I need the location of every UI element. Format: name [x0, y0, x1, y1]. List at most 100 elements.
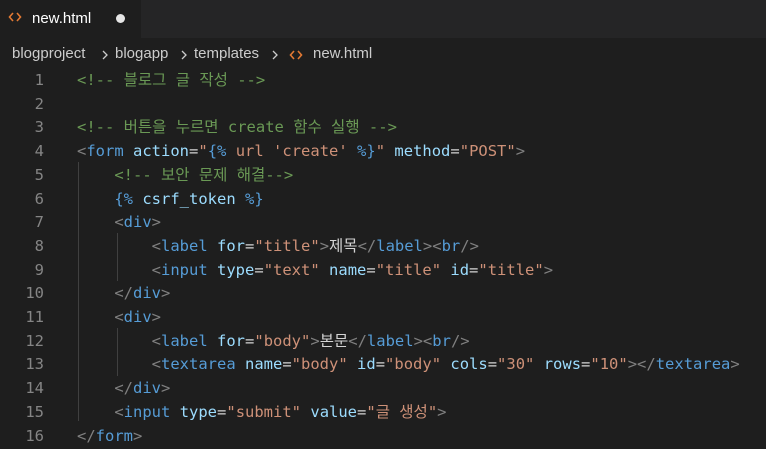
code-token: textarea — [161, 355, 236, 374]
code-line[interactable]: 8 <label for="title">제목</label><br/> — [0, 234, 766, 258]
code-token: </ — [114, 379, 133, 398]
line-number: 8 — [34, 236, 44, 255]
code-line[interactable]: 5 <!-- 보안 문제 해결--> — [0, 163, 766, 187]
code-line[interactable]: 6 {% csrf_token %} — [0, 187, 766, 211]
tab-new-html[interactable]: new.html — [0, 0, 141, 38]
code-line[interactable]: 3 <!-- 버튼을 누르면 create 함수 실행 --> — [0, 115, 766, 139]
code-token: "body" — [254, 331, 311, 350]
code-text: <!-- 블로그 글 작성 --> — [77, 69, 265, 91]
code-token: div — [123, 308, 152, 326]
code-text: <div> — [77, 211, 161, 233]
code-token: </ — [77, 426, 96, 445]
code-token: form — [86, 142, 124, 161]
code-token: type — [217, 260, 255, 279]
code-token: = — [217, 402, 227, 421]
code-text: <label for="body">본문</label><br/> — [77, 330, 470, 352]
code-text: </div> — [77, 282, 170, 304]
code-text: </div> — [77, 377, 170, 399]
code-token: id — [357, 355, 376, 374]
line-number: 13 — [25, 355, 44, 374]
code-token: = — [245, 236, 255, 255]
code-token: = — [245, 331, 255, 350]
code-token: = — [357, 402, 367, 421]
code-text: <label for="title">제목</label><br/> — [77, 235, 479, 257]
code-token: > — [151, 308, 162, 326]
code-token: url 'create' — [226, 142, 358, 161]
code-line[interactable]: 1 <!-- 블로그 글 작성 --> — [0, 68, 766, 92]
code-line[interactable]: 9 <input type="text" name="title" id="ti… — [0, 258, 766, 282]
code-token: > — [151, 213, 162, 232]
code-token: "title" — [375, 260, 442, 279]
tab-label: new.html — [32, 10, 92, 27]
code-line[interactable]: 14 </div> — [0, 376, 766, 400]
code-line[interactable]: 7 <div> — [0, 210, 766, 234]
code-token: "POST" — [459, 142, 516, 161]
code-token: rows — [543, 355, 582, 374]
code-token: < — [114, 213, 124, 232]
code-token: <!-- 보안 문제 해결--> — [114, 165, 294, 184]
code-text: <div> — [77, 306, 161, 328]
code-line[interactable]: 16 </form> — [0, 424, 766, 448]
line-number: 7 — [34, 213, 44, 232]
code-token: < — [114, 402, 124, 421]
code-text: <!-- 보안 문제 해결--> — [77, 164, 293, 186]
code-line[interactable]: 2 — [0, 92, 766, 116]
code-token: > — [310, 331, 320, 350]
breadcrumb-item-file[interactable]: new.html — [313, 45, 372, 63]
code-token: < — [151, 331, 161, 350]
code-line[interactable]: 11 <div> — [0, 305, 766, 329]
code-line[interactable]: 15 <input type="submit" value="글 생성"> — [0, 400, 766, 424]
code-token: "body" — [385, 355, 442, 374]
code-token: > — [413, 331, 423, 350]
code-token: "submit" — [226, 402, 302, 421]
code-token: {% — [114, 189, 133, 208]
code-text: {% csrf_token %} — [77, 188, 263, 210]
html-file-icon — [289, 50, 303, 60]
line-number: 11 — [25, 308, 44, 326]
breadcrumb-item-templates[interactable]: templates — [194, 45, 259, 63]
code-token: form — [95, 426, 133, 445]
breadcrumb-item-blogapp[interactable]: blogapp — [115, 45, 168, 63]
code-line[interactable]: 13 <textarea name="body" id="body" cols=… — [0, 352, 766, 376]
code-text: </form> — [77, 425, 142, 447]
code-token: textarea — [655, 355, 731, 374]
code-line[interactable]: 4 <form action="{% url 'create' %}" metho… — [0, 139, 766, 163]
code-token: label — [376, 236, 423, 255]
code-text: <form action="{% url 'create' %}" method… — [77, 140, 525, 162]
line-number: 10 — [25, 284, 44, 303]
code-token: > — [319, 236, 330, 255]
code-token: = — [189, 142, 199, 161]
chevron-right-icon — [181, 50, 187, 60]
code-text: <!-- 버튼을 누르면 create 함수 실행 --> — [77, 116, 397, 138]
code-token: < — [77, 142, 87, 161]
code-token: label — [161, 331, 208, 350]
code-token: br — [432, 331, 451, 350]
chevron-right-icon — [272, 50, 278, 60]
code-token: > — [161, 284, 171, 303]
code-token: "text" — [263, 260, 320, 279]
code-line[interactable]: 12 <label for="body">본문</label><br/> — [0, 329, 766, 353]
code-text: <input type="submit" value="글 생성"> — [77, 401, 446, 423]
code-token: input — [123, 402, 171, 421]
line-number: 1 — [34, 71, 44, 89]
code-token: {% — [207, 142, 227, 161]
breadcrumb-item-blogproject[interactable]: blogproject — [12, 45, 85, 63]
code-line[interactable]: 10 </div> — [0, 281, 766, 305]
tab-bar: new.html — [0, 0, 766, 38]
unsaved-dot-icon[interactable] — [116, 14, 125, 23]
code-token: name — [329, 260, 367, 279]
code-editor[interactable]: 1 <!-- 블로그 글 작성 --> 2 3 <!-- 버튼을 누르면 create … — [0, 68, 766, 449]
